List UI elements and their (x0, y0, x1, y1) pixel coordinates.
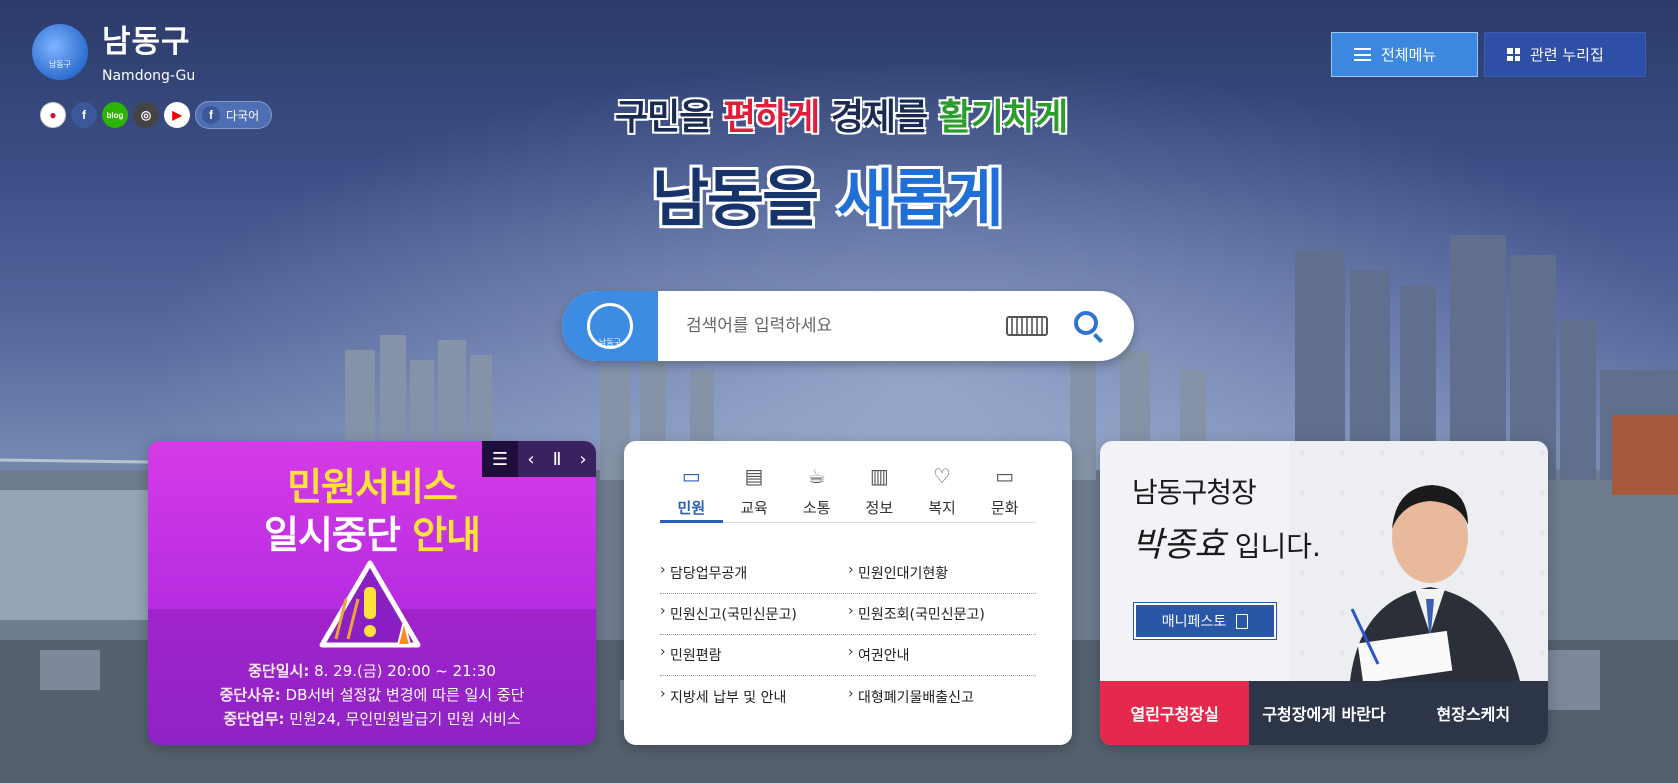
notice-title: 민원서비스 일시중단 안내 (264, 465, 481, 557)
instagram-icon[interactable]: ◎ (133, 102, 159, 128)
search-bar: 남동구 (562, 291, 1134, 361)
logo-mark-text: 남동구 (48, 60, 72, 69)
search-icon[interactable] (1074, 311, 1104, 343)
hamburger-icon (1354, 48, 1371, 61)
notice-row: 중단업무: 민원24, 무인민원발급기 민원 서비스 (223, 710, 521, 728)
manifesto-button[interactable]: 매니페스토 (1133, 602, 1277, 640)
facebook-icon[interactable]: f (71, 102, 97, 128)
list-item: 담당업무공개민원인대기현황 (660, 553, 1036, 594)
service-links: 담당업무공개민원인대기현황 민원신고(국민신문고)민원조회(국민신문고) 민원편… (660, 553, 1036, 717)
heart-icon: ♡ (933, 464, 951, 488)
logo-mark-icon: 남동구 (32, 24, 88, 80)
search-logo-icon: 남동구 (587, 303, 633, 349)
youtube-icon[interactable]: ▶ (164, 102, 190, 128)
tab-education[interactable]: ▤ 교육 (723, 463, 786, 522)
notice-row: 중단일시: 8. 29.(금) 20:00 ~ 21:30 (248, 662, 496, 680)
logo-title: 남동구 (102, 24, 191, 60)
tab-field-sketch[interactable]: 현장스케치 (1398, 681, 1548, 745)
document-icon (1236, 613, 1249, 629)
mayor-signature: 박종효 (1132, 525, 1226, 565)
mayor-tabs: 열린구청장실 구청장에게 바란다 현장스케치 (1100, 681, 1548, 745)
facebook-lang-icon: f (202, 106, 220, 124)
tab-communication[interactable]: ☕ 소통 (785, 463, 848, 522)
list-item: 민원신고(국민신문고)민원조회(국민신문고) (660, 594, 1036, 635)
grid-icon (1507, 48, 1520, 61)
service-link[interactable]: 대형폐기물배출신고 (848, 686, 1036, 707)
related-sites-label: 관련 누리집 (1530, 46, 1604, 64)
tab-info[interactable]: ▥ 정보 (848, 463, 911, 522)
search-logo: 남동구 (562, 291, 658, 361)
slogan-line2: 남동을 새롭게 (652, 162, 1004, 235)
slogan-line1: 구민을 편하게 경제를 활기차게 (615, 97, 1068, 138)
keyboard-icon[interactable] (1006, 316, 1048, 336)
service-link[interactable]: 민원인대기현황 (848, 562, 1036, 583)
list-item: 지방세 납부 및 안내대형폐기물배출신고 (660, 676, 1036, 717)
blog-icon[interactable]: blog (102, 102, 128, 128)
chat-icon: ▭ (681, 464, 701, 488)
all-menu-label: 전체메뉴 (1381, 46, 1437, 64)
service-link[interactable]: 지방세 납부 및 안내 (660, 686, 848, 707)
chart-icon: ▥ (869, 464, 889, 488)
book-icon: ▤ (744, 464, 764, 488)
notice-row: 중단사유: DB서버 설정값 변경에 따른 일시 중단 (219, 686, 525, 704)
language-label: 다국어 (226, 108, 260, 123)
tab-welfare[interactable]: ♡ 복지 (911, 463, 974, 522)
logo-subtitle: Namdong-Gu (102, 68, 196, 84)
warning-icon (319, 560, 421, 648)
site-logo[interactable]: 남동구 남동구 Namdong-Gu (32, 24, 195, 84)
tab-civil[interactable]: ▭ 민원 (660, 463, 723, 523)
sns-links: ● f blog ◎ ▶ f 다국어 (40, 101, 273, 129)
service-link[interactable]: 민원신고(국민신문고) (660, 603, 848, 624)
cup-icon: ☕ (807, 464, 826, 488)
notice-details: 중단일시: 8. 29.(금) 20:00 ~ 21:30 중단사유: DB서버… (148, 659, 596, 731)
service-tabs: ▭ 민원 ▤ 교육 ☕ 소통 ▥ 정보 ♡ 복지 ▭ 문화 (660, 463, 1036, 523)
mayor-title: 남동구청장 (1132, 476, 1257, 509)
notice-banner[interactable]: ☰ ‹ Ⅱ › 민원서비스 일시중단 안내 중단일시: 8. 29.(금) 20… (148, 441, 596, 745)
service-link[interactable]: 민원편람 (660, 644, 848, 665)
mayor-panel: 남동구청장 박종효 입니다. 매니페스토 열린구청장실 구청장에게 바란다 현장… (1100, 441, 1548, 745)
mayor-photo (1350, 485, 1520, 681)
tab-culture[interactable]: ▭ 문화 (973, 463, 1036, 522)
all-menu-button[interactable]: 전체메뉴 (1331, 32, 1478, 77)
service-link[interactable]: 여권안내 (848, 644, 1036, 665)
tab-open-mayor-office[interactable]: 열린구청장실 (1100, 681, 1250, 745)
top-buttons: 전체메뉴 관련 누리집 (1331, 32, 1646, 77)
language-button[interactable]: f 다국어 (195, 101, 273, 129)
manifesto-label: 매니페스토 (1161, 614, 1227, 630)
tab-requests-to-mayor[interactable]: 구청장에게 바란다 (1249, 681, 1399, 745)
service-link[interactable]: 담당업무공개 (660, 562, 848, 583)
service-link[interactable]: 민원조회(국민신문고) (848, 603, 1036, 624)
ticket-icon: ▭ (995, 464, 1015, 488)
service-panel: ▭민원 ▤교육 ☕소통 ▥정보 ♡복지 ▭문화 담당업무공개민원인대기현황 민원… (624, 441, 1072, 745)
flag-icon[interactable]: ● (40, 102, 66, 128)
search-input[interactable] (658, 291, 1006, 361)
mayor-name-line: 박종효 입니다. (1132, 525, 1321, 565)
related-sites-button[interactable]: 관련 누리집 (1484, 32, 1646, 77)
list-item: 민원편람여권안내 (660, 635, 1036, 676)
